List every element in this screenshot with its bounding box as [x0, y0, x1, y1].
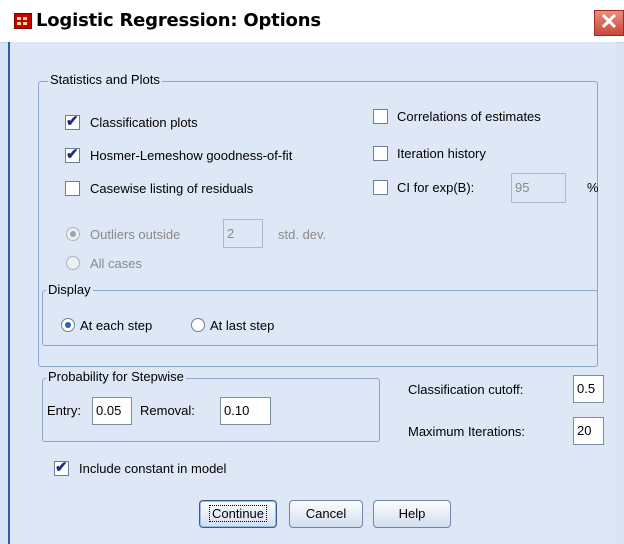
removal-input[interactable]: 0.10	[220, 397, 271, 425]
stepwise-legend: Probability for Stepwise	[46, 369, 186, 384]
entry-label: Entry:	[47, 403, 81, 418]
cancel-button[interactable]: Cancel	[289, 500, 363, 528]
help-button[interactable]: Help	[373, 500, 451, 528]
include-constant-checkbox[interactable]	[54, 458, 69, 476]
casewise-listing-checkbox[interactable]	[65, 181, 80, 196]
continue-button[interactable]: Continue	[199, 500, 277, 528]
outliers-std-dev-input[interactable]: 2	[223, 219, 263, 248]
close-button[interactable]: ✕	[594, 10, 624, 36]
iteration-history-label: Iteration history	[397, 146, 486, 161]
correlations-label: Correlations of estimates	[397, 109, 541, 124]
include-constant-label: Include constant in model	[79, 461, 227, 476]
maximum-iterations-input[interactable]: 20	[573, 417, 604, 445]
at-last-step-radio[interactable]	[191, 318, 205, 332]
dialog-content: Statistics and Plots Classification plot…	[8, 42, 616, 544]
all-cases-label: All cases	[90, 256, 143, 271]
options-dialog: Logistic Regression: Options ✕ Statistic…	[0, 0, 624, 544]
at-each-step-radio[interactable]	[61, 318, 75, 332]
title-bar[interactable]: Logistic Regression: Options ✕	[0, 0, 624, 43]
at-each-step-label: At each step	[80, 318, 153, 333]
classification-cutoff-input[interactable]: 0.5	[573, 375, 604, 403]
classification-plots-checkbox[interactable]	[65, 112, 80, 130]
at-last-step-label: At last step	[210, 318, 275, 333]
casewise-listing-label: Casewise listing of residuals	[90, 181, 254, 196]
statistics-plots-legend: Statistics and Plots	[48, 72, 162, 87]
hosmer-lemeshow-label: Hosmer-Lemeshow goodness-of-fit	[90, 148, 293, 163]
all-cases-radio[interactable]	[66, 256, 80, 270]
app-icon	[14, 13, 32, 29]
window-title: Logistic Regression: Options	[36, 10, 321, 31]
continue-button-label: Continue	[208, 505, 268, 522]
outliers-outside-label: Outliers outside	[90, 227, 181, 242]
display-legend: Display	[46, 282, 93, 297]
classification-cutoff-label: Classification cutoff:	[408, 382, 524, 397]
iteration-history-checkbox[interactable]	[373, 146, 388, 161]
removal-label: Removal:	[140, 403, 195, 418]
ci-percent-label: %	[587, 180, 599, 195]
outliers-outside-radio[interactable]	[66, 227, 80, 241]
ci-exp-b-checkbox[interactable]	[373, 180, 388, 195]
ci-exp-b-label: CI for exp(B):	[397, 180, 475, 195]
correlations-checkbox[interactable]	[373, 109, 388, 124]
entry-input[interactable]: 0.05	[92, 397, 132, 425]
hosmer-lemeshow-checkbox[interactable]	[65, 145, 80, 163]
ci-value-input[interactable]: 95	[511, 173, 566, 203]
maximum-iterations-label: Maximum Iterations:	[408, 424, 526, 439]
classification-plots-label: Classification plots	[90, 115, 198, 130]
std-dev-label: std. dev.	[278, 227, 327, 242]
